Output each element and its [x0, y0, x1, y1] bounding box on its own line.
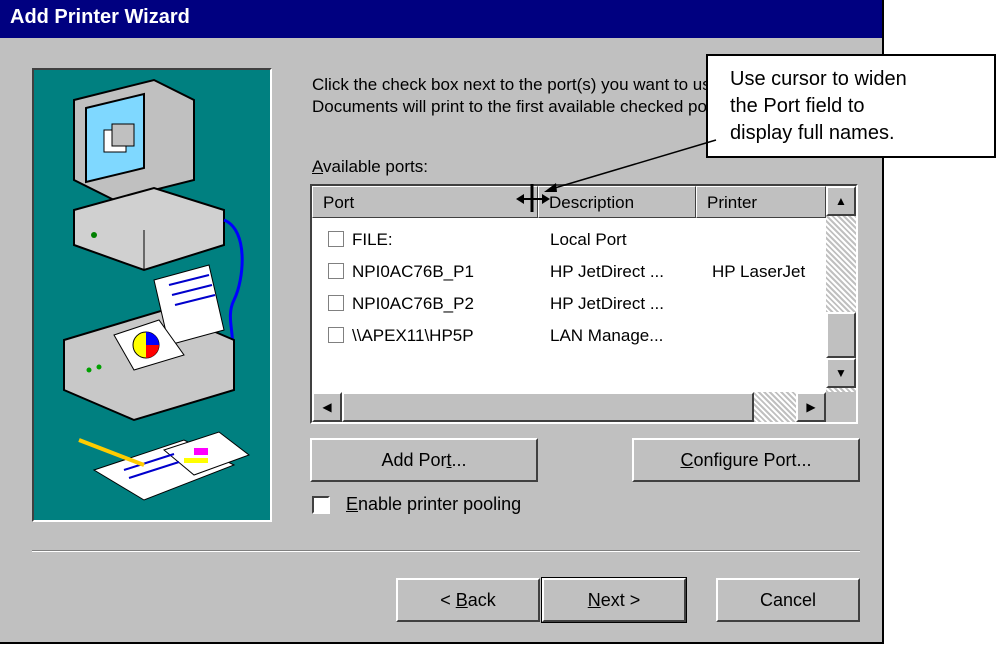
- title-bar: Add Printer Wizard: [0, 0, 882, 38]
- back-button[interactable]: < Back: [396, 578, 540, 622]
- wizard-illustration: [32, 68, 272, 522]
- port-checkbox[interactable]: [328, 327, 344, 343]
- instructions-text: Click the check box next to the port(s) …: [312, 74, 732, 118]
- scroll-up-arrow-icon[interactable]: ▲: [826, 186, 856, 216]
- horizontal-scroll-thumb[interactable]: [342, 392, 754, 422]
- port-description: Local Port: [550, 230, 627, 249]
- vertical-scrollbar[interactable]: ▲ ▼: [826, 186, 856, 392]
- column-header-port[interactable]: Port: [312, 186, 538, 218]
- instructions-line-1: Click the check box next to the port(s) …: [312, 75, 725, 94]
- annotation-callout: Use cursor to widen the Port field to di…: [706, 54, 996, 158]
- column-header-printer[interactable]: Printer: [696, 186, 826, 218]
- vertical-scroll-thumb[interactable]: [826, 312, 856, 358]
- callout-line-3: display full names.: [730, 122, 895, 144]
- enable-printer-pooling-label[interactable]: Enable printer pooling: [346, 494, 521, 515]
- next-button[interactable]: Next >: [541, 577, 687, 623]
- port-row[interactable]: NPI0AC76B_P2 HP JetDirect ...: [312, 288, 826, 320]
- scroll-right-arrow-icon[interactable]: ▶: [796, 392, 826, 422]
- instructions-line-2: Documents will print to the first availa…: [312, 97, 723, 116]
- available-ports-label-rest: vailable ports:: [323, 157, 428, 176]
- add-port-button[interactable]: Add Port...: [310, 438, 538, 482]
- column-header-description[interactable]: Description: [538, 186, 696, 218]
- computer-printer-illustration-icon: [63, 78, 251, 501]
- window-title: Add Printer Wizard: [10, 6, 190, 28]
- port-name: NPI0AC76B_P2: [352, 294, 474, 313]
- cancel-button[interactable]: Cancel: [716, 578, 860, 622]
- scrollbar-corner: [826, 392, 856, 422]
- port-row[interactable]: \\APEX11\HP5P LAN Manage...: [312, 320, 826, 352]
- separator: [32, 550, 860, 552]
- enable-printer-pooling-checkbox[interactable]: [312, 496, 330, 514]
- horizontal-scrollbar[interactable]: ◀ ▶: [312, 392, 826, 422]
- port-description: HP JetDirect ...: [550, 262, 664, 281]
- scroll-left-arrow-icon[interactable]: ◀: [312, 392, 342, 422]
- scroll-down-arrow-icon[interactable]: ▼: [826, 358, 856, 388]
- port-checkbox[interactable]: [328, 295, 344, 311]
- callout-line-1: Use cursor to widen: [730, 68, 907, 90]
- available-ports-accel: A: [312, 157, 324, 176]
- port-name: \\APEX11\HP5P: [352, 326, 474, 345]
- callout-line-2: the Port field to: [730, 95, 865, 117]
- available-ports-label: Available ports:: [312, 157, 428, 177]
- port-row[interactable]: NPI0AC76B_P1 HP JetDirect ... HP LaserJe…: [312, 256, 826, 288]
- port-description: LAN Manage...: [550, 326, 664, 345]
- port-row[interactable]: FILE: Local Port: [312, 224, 826, 256]
- port-name: FILE:: [352, 230, 393, 249]
- port-description: HP JetDirect ...: [550, 294, 664, 313]
- port-name: NPI0AC76B_P1: [352, 262, 474, 281]
- port-checkbox[interactable]: [328, 231, 344, 247]
- configure-port-button[interactable]: Configure Port...: [632, 438, 860, 482]
- available-ports-list[interactable]: Port Description Printer FILE: Local Por…: [310, 184, 858, 424]
- port-printer: HP LaserJet: [712, 262, 806, 281]
- port-checkbox[interactable]: [328, 263, 344, 279]
